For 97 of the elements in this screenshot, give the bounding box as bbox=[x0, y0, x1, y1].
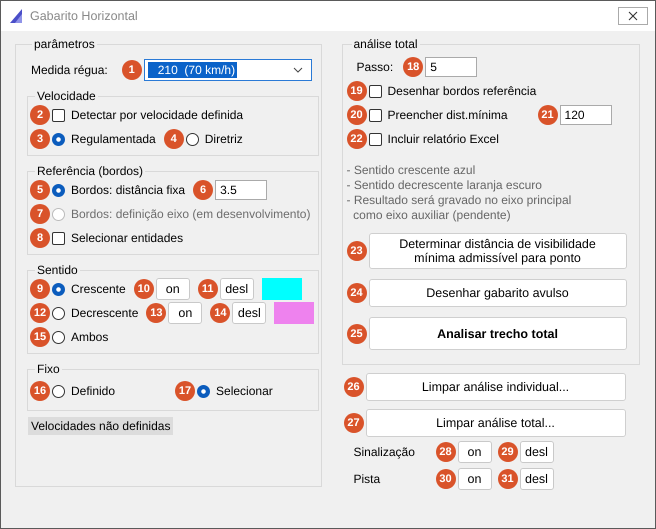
note-text: - Sentido crescente azul bbox=[346, 163, 476, 178]
radio-button[interactable] bbox=[52, 306, 65, 320]
radio-button[interactable] bbox=[52, 132, 65, 146]
number-badge: 27 bbox=[344, 413, 364, 433]
number-badge: 21 bbox=[538, 105, 558, 125]
number-badge: 24 bbox=[346, 283, 366, 303]
number-badge: 1 bbox=[122, 60, 142, 80]
radio-label: Definido bbox=[71, 384, 116, 398]
field-label: Passo: bbox=[356, 60, 394, 74]
number-badge: 12 bbox=[30, 303, 50, 323]
field-label: Medida régua: bbox=[31, 63, 108, 77]
number-badge: 29 bbox=[498, 442, 518, 462]
checkbox-label: Detectar por velocidade definida bbox=[71, 108, 244, 122]
checkbox[interactable] bbox=[52, 232, 65, 244]
number-badge: 4 bbox=[164, 129, 184, 149]
radio-button[interactable] bbox=[52, 384, 65, 398]
toggle-button[interactable]: on bbox=[156, 278, 190, 300]
radio-label: Ambos bbox=[71, 330, 108, 344]
radio-label: Bordos: definição eixo (em desenvolvimento) bbox=[71, 207, 310, 221]
toggle-button[interactable]: desl bbox=[232, 302, 266, 324]
input-field[interactable]: 3.5 bbox=[215, 180, 268, 200]
number-badge: 19 bbox=[346, 81, 366, 101]
note-text: - Sentido decrescente laranja escuro bbox=[346, 178, 543, 193]
toggle-button[interactable]: desl bbox=[520, 441, 554, 463]
toggle-button[interactable]: on bbox=[458, 468, 492, 490]
number-badge: 23 bbox=[346, 241, 366, 261]
checkbox-label: Incluir relatório Excel bbox=[388, 132, 499, 146]
group-label: Velocidade bbox=[36, 89, 97, 103]
number-badge: 22 bbox=[346, 129, 366, 149]
radio-button[interactable] bbox=[197, 384, 210, 398]
toggle-button[interactable]: on bbox=[168, 302, 202, 324]
group-label: parâmetros bbox=[33, 37, 96, 51]
checkbox-label: Selecionar entidades bbox=[71, 231, 184, 245]
radio-label: Diretriz bbox=[204, 132, 243, 146]
toggle-button[interactable]: desl bbox=[520, 468, 554, 490]
action-button[interactable]: Limpar análise individual... bbox=[366, 373, 626, 401]
group-label: análise total bbox=[352, 37, 419, 51]
toggle-button[interactable]: on bbox=[458, 441, 492, 463]
note-text: - Resultado será gravado no eixo principal como eixo auxiliar (pendente) bbox=[346, 193, 572, 223]
dropdown[interactable]: 210 (70 km/h) bbox=[144, 59, 312, 81]
group-label: Fixo bbox=[36, 362, 61, 376]
chevron-down-icon bbox=[292, 67, 303, 73]
number-badge: 13 bbox=[146, 303, 166, 323]
checkbox[interactable] bbox=[52, 108, 65, 122]
color-swatch[interactable] bbox=[274, 302, 314, 324]
number-badge: 6 bbox=[193, 180, 214, 200]
radio-label: Crescente bbox=[71, 282, 126, 296]
color-swatch[interactable] bbox=[262, 278, 302, 300]
action-button[interactable]: Desenhar gabarito avulso bbox=[368, 279, 626, 307]
number-badge: 30 bbox=[436, 469, 456, 489]
field-label: Pista bbox=[354, 472, 382, 486]
group-label: Sentido bbox=[36, 263, 79, 277]
number-badge: 26 bbox=[344, 377, 364, 397]
toggle-button[interactable]: desl bbox=[220, 278, 254, 300]
dropdown-value: 210 (70 km/h) bbox=[148, 62, 238, 78]
action-button[interactable]: Limpar análise total... bbox=[366, 409, 626, 437]
checkbox[interactable] bbox=[368, 84, 382, 98]
radio-button[interactable] bbox=[52, 330, 65, 344]
radio-button[interactable] bbox=[186, 132, 199, 146]
close-button[interactable] bbox=[618, 7, 648, 25]
number-badge: 9 bbox=[30, 279, 50, 299]
checkbox[interactable] bbox=[368, 132, 382, 146]
number-badge: 17 bbox=[175, 381, 196, 401]
checkbox[interactable] bbox=[368, 108, 382, 122]
number-badge: 3 bbox=[30, 129, 50, 149]
action-button[interactable]: Determinar distância de visibilidade mínima admissível para ponto bbox=[368, 233, 626, 269]
radio-button[interactable] bbox=[52, 282, 65, 296]
number-badge: 8 bbox=[30, 228, 50, 248]
radio-label: Selecionar bbox=[216, 384, 273, 398]
number-badge: 18 bbox=[403, 57, 424, 77]
input-field[interactable]: 5 bbox=[425, 57, 478, 77]
number-badge: 15 bbox=[30, 327, 50, 347]
number-badge: 10 bbox=[134, 279, 154, 299]
number-badge: 16 bbox=[30, 381, 50, 401]
number-badge: 11 bbox=[198, 279, 218, 299]
status-label: Velocidades não definidas bbox=[28, 417, 174, 435]
number-badge: 14 bbox=[210, 303, 230, 323]
number-badge: 31 bbox=[498, 469, 518, 489]
checkbox-label: Desenhar bordos referência bbox=[388, 84, 536, 98]
number-badge: 20 bbox=[346, 105, 366, 125]
field-label: Sinalização bbox=[354, 445, 416, 459]
checkbox-label: Preencher dist.mínima bbox=[388, 108, 508, 122]
radio-label: Bordos: distância fixa bbox=[71, 183, 186, 197]
number-badge: 25 bbox=[346, 324, 366, 344]
input-field[interactable]: 120 bbox=[560, 105, 612, 125]
number-badge: 7 bbox=[30, 204, 50, 224]
close-icon bbox=[628, 11, 638, 21]
radio-button[interactable] bbox=[52, 184, 65, 196]
number-badge: 2 bbox=[30, 105, 50, 125]
group-label: Referência (bordos) bbox=[36, 164, 144, 178]
radio-label: Regulamentada bbox=[71, 132, 156, 146]
radio-label: Decrescente bbox=[71, 306, 138, 320]
action-button[interactable]: Analisar trecho total bbox=[368, 317, 626, 350]
number-badge: 28 bbox=[436, 442, 456, 462]
window-title: Gabarito Horizontal bbox=[30, 9, 139, 23]
number-badge: 5 bbox=[30, 180, 50, 200]
app-logo-icon bbox=[8, 8, 24, 24]
